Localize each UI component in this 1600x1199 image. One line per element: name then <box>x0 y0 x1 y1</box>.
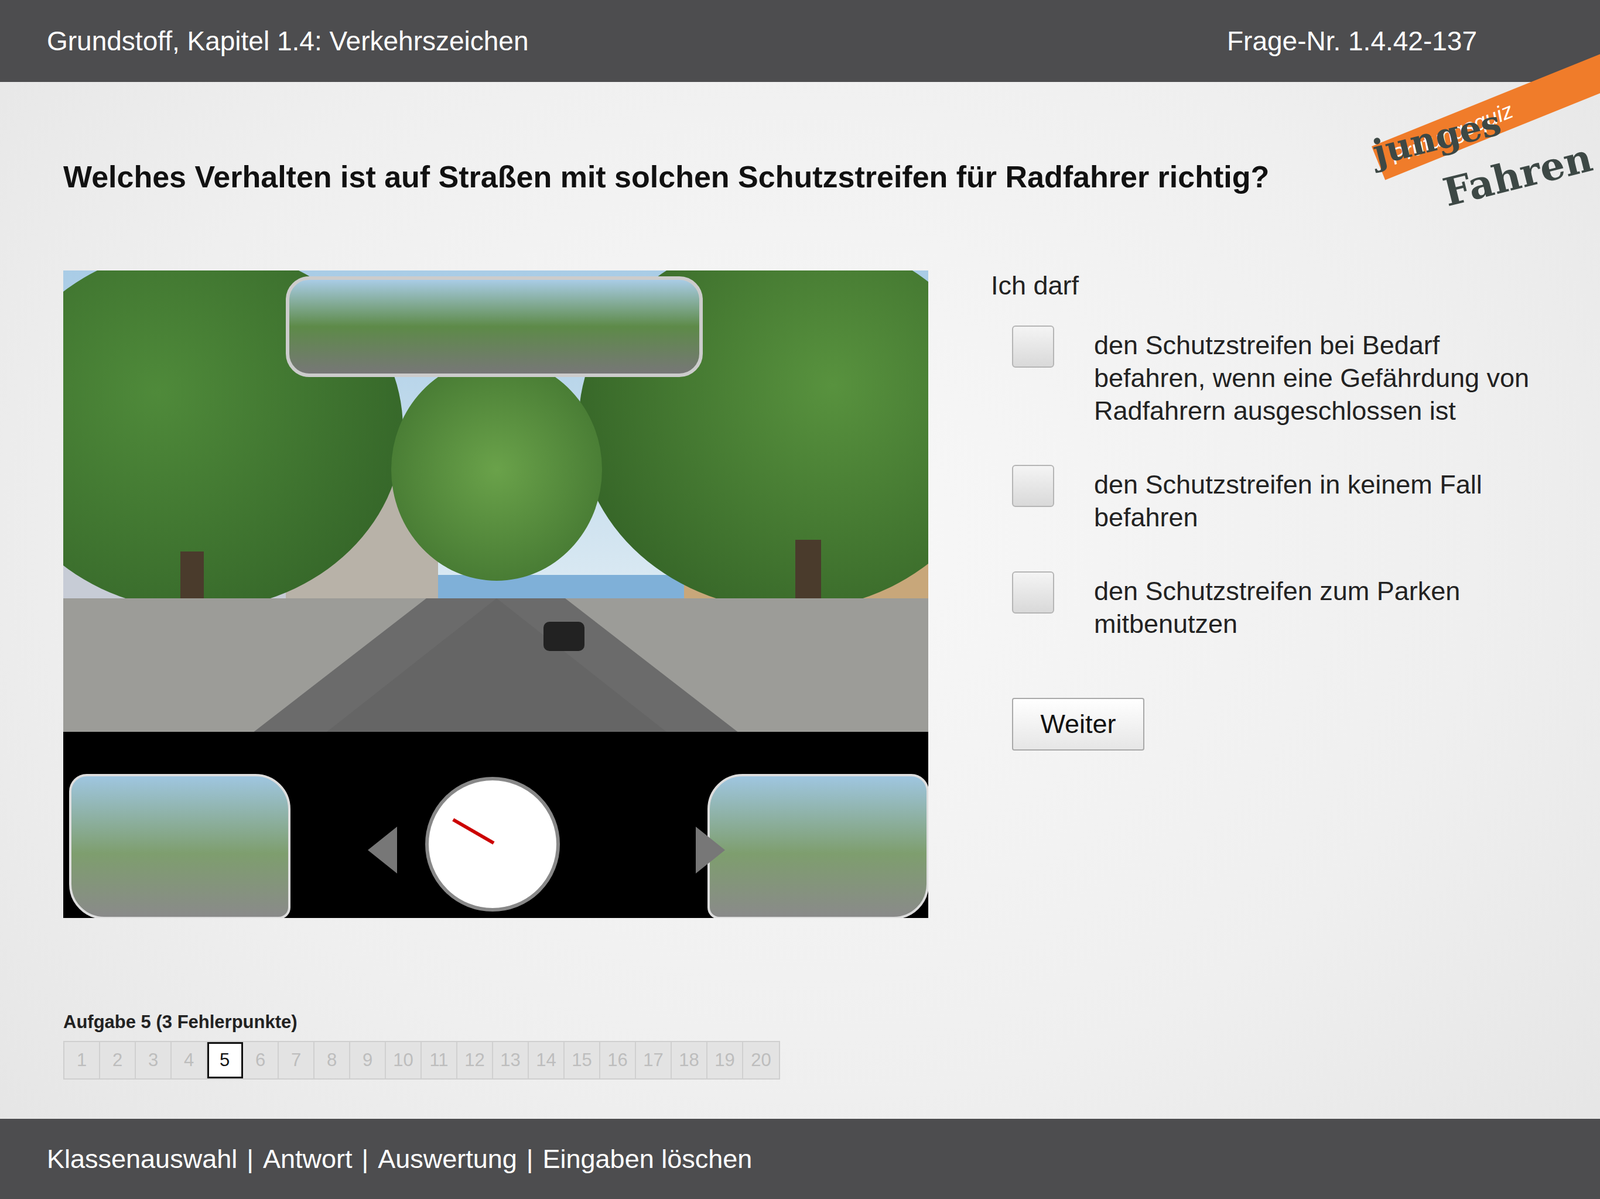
logo-tag: Prüfungsquiz <box>1386 97 1517 170</box>
answer-checkbox[interactable] <box>1012 325 1055 368</box>
page-button[interactable]: 12 <box>457 1042 494 1079</box>
page-button[interactable]: 10 <box>385 1042 422 1079</box>
question-row: Ich darf den Schutzstreifen bei Bedarf be… <box>63 270 1537 919</box>
separator: | <box>526 1144 534 1175</box>
header-bar: Grundstoff, Kapitel 1.4: Verkehrszeichen… <box>0 0 1600 82</box>
question-number: Frage-Nr. 1.4.42-137 <box>1226 25 1478 57</box>
options-list: den Schutzstreifen bei Bedarf befahren, … <box>990 325 1540 641</box>
answer-intro: Ich darf <box>990 270 1540 302</box>
task-pagination: 1234567891011121314151617181920 <box>63 1041 781 1080</box>
page-button[interactable]: 11 <box>421 1042 458 1079</box>
answer-text: den Schutzstreifen in keinem Fall befahr… <box>1093 468 1540 535</box>
page-button[interactable]: 17 <box>636 1042 672 1079</box>
page-button[interactable]: 18 <box>671 1042 708 1079</box>
tree <box>391 358 603 581</box>
logo: PrüfungsquizjungesFahren <box>1354 35 1600 229</box>
question-text: Welches Verhalten ist auf Straßen mit so… <box>63 156 1364 197</box>
chapter-title: Grundstoff, Kapitel 1.4: Verkehrszeichen <box>46 25 529 57</box>
page-button[interactable]: 20 <box>743 1042 779 1079</box>
answer-option[interactable]: den Schutzstreifen bei Bedarf befahren, … <box>990 325 1540 428</box>
right-mirror <box>707 774 929 919</box>
page-button[interactable]: 19 <box>707 1042 744 1079</box>
page-button[interactable]: 2 <box>100 1042 136 1079</box>
answer-text: den Schutzstreifen zum Parken mitbenutze… <box>1093 575 1540 641</box>
page-button[interactable]: 8 <box>314 1042 351 1079</box>
separator: | <box>361 1144 369 1175</box>
footer-bar: Klassenauswahl | Antwort | Auswertung | Eingab… <box>0 1119 1600 1199</box>
answer-option[interactable]: den Schutzstreifen in keinem Fall befahr… <box>990 465 1540 535</box>
page-button[interactable]: 7 <box>278 1042 315 1079</box>
page-button[interactable]: 1 <box>64 1042 101 1079</box>
footer-link[interactable]: Eingaben löschen <box>542 1144 753 1175</box>
next-button[interactable]: Weiter <box>1012 698 1145 751</box>
page-button[interactable]: 14 <box>528 1042 565 1079</box>
answer-checkbox[interactable] <box>1012 465 1055 508</box>
answer-panel: Ich darf den Schutzstreifen bei Bedarf be… <box>990 270 1540 919</box>
logo-text: Fahren <box>1438 134 1597 216</box>
page-button[interactable]: 13 <box>493 1042 529 1079</box>
left-arrow-icon <box>367 826 398 874</box>
page-button[interactable]: 3 <box>135 1042 172 1079</box>
content: Welches Verhalten ist auf Straßen mit so… <box>0 81 1600 1120</box>
rear-mirror <box>285 276 703 378</box>
left-mirror <box>69 774 291 919</box>
logo-band: Prüfungsquiz <box>1371 35 1600 180</box>
car <box>543 621 585 652</box>
footer-link[interactable]: Auswertung <box>377 1144 518 1175</box>
logo-text: junges <box>1368 101 1506 174</box>
page-button[interactable]: 15 <box>564 1042 601 1079</box>
page-button[interactable]: 6 <box>243 1042 279 1079</box>
right-arrow-icon <box>695 826 726 874</box>
footer-link[interactable]: Antwort <box>262 1144 353 1175</box>
scene-image <box>63 270 929 919</box>
page-button[interactable]: 4 <box>171 1042 208 1079</box>
page-button[interactable]: 5 <box>207 1042 244 1079</box>
task-label: Aufgabe 5 (3 Fehlerpunkte) <box>63 1012 1537 1034</box>
footer-link[interactable]: Klassenauswahl <box>46 1144 238 1175</box>
answer-checkbox[interactable] <box>1012 571 1055 614</box>
answer-text: den Schutzstreifen bei Bedarf befahren, … <box>1093 329 1540 428</box>
page-button[interactable]: 9 <box>350 1042 386 1079</box>
page-button[interactable]: 16 <box>600 1042 637 1079</box>
answer-option[interactable]: den Schutzstreifen zum Parken mitbenutze… <box>990 571 1540 641</box>
separator: | <box>246 1144 254 1175</box>
